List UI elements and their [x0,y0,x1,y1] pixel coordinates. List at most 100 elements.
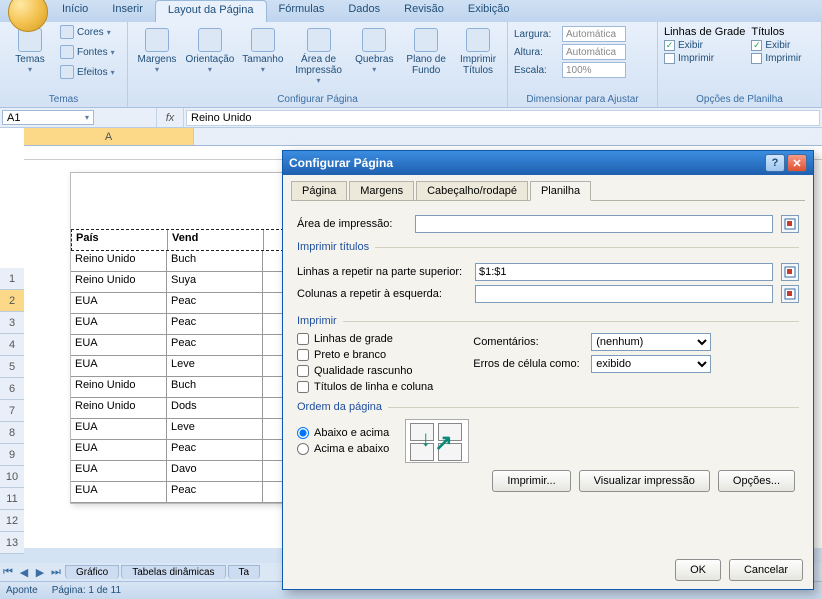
row-header[interactable]: 1 [0,268,24,290]
comentarios-select[interactable]: (nenhum) [591,333,711,351]
linhas-repetir-input[interactable] [475,263,773,281]
erros-select[interactable]: exibido [591,355,711,373]
plano-fundo-label: Plano de Fundo [403,54,449,76]
titulos-header: Títulos [751,26,801,38]
chk-rascunho[interactable] [297,365,309,377]
table-cell[interactable]: EUA [71,461,167,481]
imprimir-titulos-checkbox[interactable] [751,53,762,64]
formula-input[interactable]: Reino Unido [186,110,820,126]
table-cell[interactable]: Suya [167,272,263,292]
largura-input[interactable] [562,26,626,42]
imprimir-titulos-button[interactable]: Imprimir Títulos [455,24,501,76]
altura-input[interactable] [562,44,626,60]
row-header[interactable]: 2 [0,290,24,312]
btn-visualizar[interactable]: Visualizar impressão [579,470,710,492]
table-cell[interactable]: Buch [167,377,263,397]
table-cell[interactable]: EUA [71,440,167,460]
row-header[interactable]: 9 [0,444,24,466]
ribbon-tab-revisao[interactable]: Revisão [392,0,456,22]
btn-cancelar[interactable]: Cancelar [729,559,803,581]
efeitos-button[interactable]: Efeitos▾ [60,64,115,80]
ribbon-tab-exibicao[interactable]: Exibição [456,0,522,22]
area-impressao-input[interactable] [415,215,773,233]
row-header[interactable]: 10 [0,466,24,488]
table-cell[interactable]: Davo [167,461,263,481]
exibir-grade-checkbox[interactable]: ✓ [664,40,675,51]
chk-linhas-grade[interactable] [297,333,309,345]
row-header[interactable]: 8 [0,422,24,444]
row-header[interactable]: 3 [0,312,24,334]
table-cell[interactable]: Leve [167,356,263,376]
table-cell[interactable]: Reino Unido [71,398,167,418]
ribbon-tab-dados[interactable]: Dados [336,0,392,22]
chk-titulos-lc[interactable] [297,381,309,393]
ribbon-tab-layout[interactable]: Layout da Página [155,0,267,22]
plano-fundo-button[interactable]: Plano de Fundo [403,24,449,76]
table-cell[interactable]: Peac [167,293,263,313]
table-cell[interactable]: Dods [167,398,263,418]
imprimir-grade-checkbox[interactable] [664,53,675,64]
table-cell[interactable]: Reino Unido [71,251,167,271]
tamanho-button[interactable]: Tamanho▾ [240,24,286,74]
margens-button[interactable]: Margens▾ [134,24,180,74]
colunas-repetir-input[interactable] [475,285,773,303]
dlg-tab-planilha[interactable]: Planilha [530,181,591,201]
cores-button[interactable]: Cores▾ [60,24,115,40]
range-picker-area[interactable] [781,215,799,233]
sheet-nav-first[interactable]: ⏮ [0,566,16,579]
radio-abaixo[interactable] [297,427,309,439]
btn-imprimir[interactable]: Imprimir... [492,470,570,492]
table-cell[interactable]: Peac [167,314,263,334]
row-header[interactable]: 4 [0,334,24,356]
sheet-tab-tabelas[interactable]: Tabelas dinâmicas [121,565,225,579]
table-cell[interactable]: Leve [167,419,263,439]
sheet-tab-ta[interactable]: Ta [228,565,261,579]
row-header[interactable]: 6 [0,378,24,400]
area-impressao-button[interactable]: Área de Impressão▾ [292,24,346,85]
btn-ok[interactable]: OK [675,559,721,581]
range-picker-colunas[interactable] [781,285,799,303]
range-picker-linhas[interactable] [781,263,799,281]
table-cell[interactable]: Buch [167,251,263,271]
ribbon-tab-inicio[interactable]: Início [50,0,100,22]
table-cell[interactable]: EUA [71,314,167,334]
close-button[interactable]: ✕ [787,154,807,172]
table-cell[interactable]: Peac [167,440,263,460]
quebras-button[interactable]: Quebras▾ [351,24,397,74]
chk-preto-branco[interactable] [297,349,309,361]
row-header[interactable]: 12 [0,510,24,532]
table-cell[interactable]: Reino Unido [71,272,167,292]
row-header[interactable]: 7 [0,400,24,422]
sheet-nav-prev[interactable]: ◀ [16,566,32,579]
row-header[interactable]: 5 [0,356,24,378]
table-cell[interactable]: Peac [167,335,263,355]
btn-opcoes[interactable]: Opções... [718,470,795,492]
row-header[interactable]: 13 [0,532,24,554]
table-cell[interactable]: EUA [71,356,167,376]
table-cell[interactable]: Reino Unido [71,377,167,397]
table-cell[interactable]: EUA [71,482,167,502]
fontes-button[interactable]: Fontes▾ [60,44,115,60]
dlg-tab-cabecalho[interactable]: Cabeçalho/rodapé [416,181,528,201]
dialog-titlebar[interactable]: Configurar Página ? ✕ [283,151,813,175]
ribbon-tab-inserir[interactable]: Inserir [100,0,155,22]
fx-icon[interactable]: fx [156,108,184,127]
dlg-tab-margens[interactable]: Margens [349,181,414,201]
table-cell[interactable]: Peac [167,482,263,502]
orientacao-button[interactable]: Orientação▾ [186,24,234,74]
row-header[interactable]: 11 [0,488,24,510]
escala-input[interactable] [562,62,626,78]
help-button[interactable]: ? [765,154,785,172]
radio-acima[interactable] [297,443,309,455]
name-box[interactable]: A1▾ [2,110,94,125]
dlg-tab-pagina[interactable]: Página [291,181,347,201]
sheet-tab-grafico[interactable]: Gráfico [65,565,119,579]
ribbon-tab-formulas[interactable]: Fórmulas [267,0,337,22]
sheet-nav-last[interactable]: ⏭ [48,566,64,579]
table-cell[interactable]: EUA [71,419,167,439]
col-header-a[interactable]: A [24,128,194,145]
table-cell[interactable]: EUA [71,293,167,313]
table-cell[interactable]: EUA [71,335,167,355]
exibir-titulos-checkbox[interactable]: ✓ [751,40,762,51]
sheet-nav-next[interactable]: ▶ [32,566,48,579]
